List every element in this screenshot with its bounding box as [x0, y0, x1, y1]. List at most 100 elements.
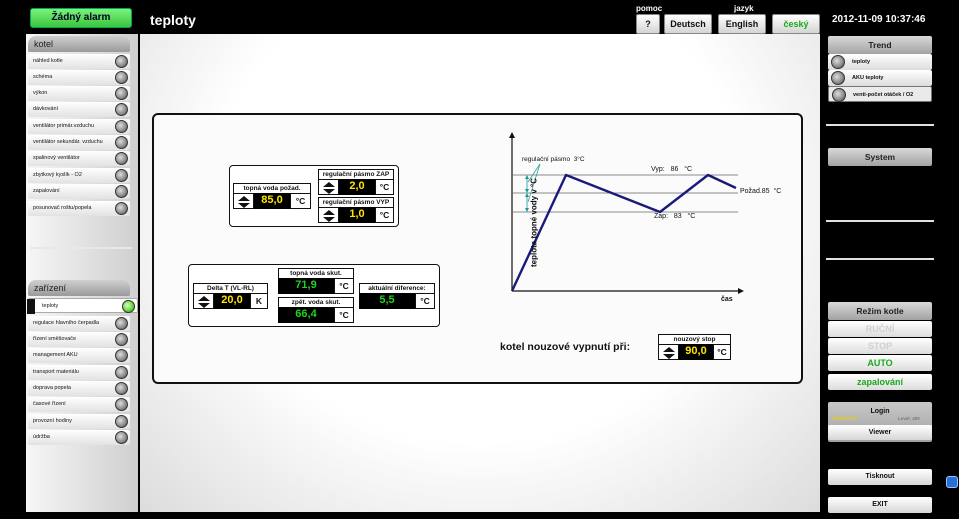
emergency-stop-stepper[interactable] [658, 344, 679, 360]
sidebar-item-ventilator-sekundar[interactable]: ventilátor sekundár. vzduchu [28, 135, 130, 150]
sidebar-item-provozni-hodiny[interactable]: provozní hodiny [28, 414, 130, 429]
status-led-icon [831, 71, 845, 85]
arrow-down-icon [663, 354, 675, 359]
sidebar-item-teploty[interactable]: teploty [27, 298, 138, 314]
sidebar-item-schema[interactable]: schéma [28, 70, 130, 85]
arrow-up-icon [238, 196, 250, 201]
arrow-up-icon [663, 347, 675, 352]
status-led-icon [115, 431, 128, 444]
status-led-icon [115, 169, 128, 182]
sidebar-item-casove-rizeni[interactable]: časové řízení [28, 397, 130, 412]
zap-label: Zap: [654, 213, 669, 220]
flow-actual-unit: °C [334, 278, 354, 294]
delta-t-stepper[interactable] [193, 293, 214, 309]
arrow-up-icon [198, 296, 210, 301]
operator-label: OPERATOR [832, 416, 858, 421]
status-led-icon [115, 185, 128, 198]
sidebar-item-regulace-cerpadla[interactable]: regulace hlavního čerpadla [28, 316, 130, 331]
system-button[interactable]: System [828, 148, 932, 166]
sidebar-item-label: zbytkový kyslík - O2 [33, 172, 82, 178]
band-label-value: 3°C [573, 156, 585, 163]
sidebar-item-label: dávkování [33, 106, 59, 112]
viewer-button[interactable]: Viewer [828, 425, 932, 440]
arrow-down-icon [323, 217, 335, 222]
sidebar-item-label: ventilátor sekundár. vzduchu [33, 139, 103, 145]
mode-ignition-button[interactable]: zapalování [828, 374, 932, 390]
arrow-up-icon [525, 175, 529, 179]
language-czech-button[interactable]: český [772, 14, 820, 34]
trend-header[interactable]: Trend [828, 36, 932, 54]
trend-item-label: venti-počet otáček / O2 [853, 92, 914, 98]
sidebar-item-label: časové řízení [33, 401, 66, 407]
level-label: Level: 400 [898, 416, 920, 421]
pozad-label: Požad.85 [740, 188, 770, 195]
exit-button[interactable]: EXIT [828, 497, 932, 513]
sidebar-item-label: řízení směšovače [33, 336, 77, 342]
current-diff-value: 5,5 [359, 293, 415, 309]
sidebar-item-udrzba[interactable]: údržba [28, 430, 130, 445]
trend-item-venti[interactable]: venti-počet otáček / O2 [828, 86, 932, 102]
status-led-icon [115, 202, 128, 215]
mode-stop-button[interactable]: STOP [828, 338, 932, 354]
emergency-title: kotel nouzové vypnutí při: [500, 341, 631, 353]
arrow-down-icon [525, 208, 529, 212]
print-button[interactable]: Tisknout [828, 469, 932, 485]
sidebar-item-zbytkovy-kyslik[interactable]: zbytkový kyslík - O2 [28, 168, 130, 183]
tray-icon[interactable] [946, 476, 958, 488]
section-kotel[interactable]: kotel [28, 36, 130, 52]
right-divider [826, 124, 934, 126]
mode-auto-button[interactable]: AUTO [828, 355, 932, 371]
language-english-button[interactable]: English [718, 14, 766, 34]
language-deutsch-button[interactable]: Deutsch [664, 14, 712, 34]
sidebar-item-zapalovani[interactable]: zapalování [28, 184, 130, 199]
setpoint-stepper[interactable] [233, 193, 254, 209]
mode-manual-button[interactable]: RUČNÍ [828, 321, 932, 337]
datetime-display: 2012-11-09 10:37:46 [832, 14, 926, 25]
status-led-icon [831, 55, 845, 69]
setpoint-value: 85,0 [254, 193, 290, 209]
sidebar-item-ventilator-primar[interactable]: ventilátor primár.vzduchu [28, 119, 130, 134]
sidebar-item-label: schéma [33, 74, 53, 80]
vyp-label: Vyp: [651, 166, 665, 173]
band-on-stepper[interactable] [318, 179, 339, 195]
section-zarizeni[interactable]: zařízení [28, 280, 130, 296]
right-divider [826, 220, 934, 222]
status-led-icon [115, 382, 128, 395]
help-button[interactable]: ? [636, 14, 660, 34]
band-off-stepper[interactable] [318, 207, 339, 223]
help-label: pomoc [636, 4, 663, 13]
trend-item-teploty[interactable]: teploty [828, 54, 932, 70]
status-led-icon [115, 152, 128, 165]
trend-item-aku-teploty[interactable]: AKU teploty [828, 70, 932, 86]
arrow-up-icon [525, 193, 529, 197]
setpoint-unit: °C [290, 193, 311, 209]
return-actual-unit: °C [334, 307, 354, 323]
sidebar-item-vykon[interactable]: výkon [28, 86, 130, 101]
status-led-icon [115, 55, 128, 68]
sidebar-item-transport-materialu[interactable]: transport materiálu [28, 365, 130, 380]
sidebar-item-label: spalinový ventilátor [33, 155, 80, 161]
band-label-text: regulační pásmo [522, 156, 571, 163]
sidebar-item-posunovac-rostu[interactable]: posunovač roštu/popela [28, 201, 130, 216]
sidebar-item-label: ventilátor primár.vzduchu [33, 123, 95, 129]
trend-item-label: AKU teploty [852, 75, 884, 81]
sidebar-item-label: transport materiálu [33, 369, 79, 375]
arrow-down-icon [525, 189, 529, 193]
sidebar-item-doprava-popela[interactable]: doprava popela [28, 381, 130, 396]
sidebar-item-spalinovy-ventilator[interactable]: spalinový ventilátor [28, 151, 130, 166]
status-led-icon [115, 317, 128, 330]
sidebar-item-davkovani[interactable]: dávkování [28, 102, 130, 117]
current-diff-unit: °C [415, 293, 435, 309]
status-led-icon [115, 87, 128, 100]
sidebar-item-label: regulace hlavního čerpadla [33, 320, 100, 326]
sidebar-item-management-aku[interactable]: management AKU [28, 348, 130, 363]
status-led-icon [115, 398, 128, 411]
zap-value: 83 [673, 213, 682, 220]
arrow-down-icon [198, 303, 210, 308]
sidebar-item-nahled-kotle[interactable]: náhled kotle [28, 54, 130, 69]
status-led-icon [115, 349, 128, 362]
alarm-status-button[interactable]: Žádný alarm [30, 8, 132, 28]
status-led-icon [115, 333, 128, 346]
sidebar-item-rizeni-smesovace[interactable]: řízení směšovače [28, 332, 130, 347]
sidebar-item-label: teploty [42, 303, 59, 309]
